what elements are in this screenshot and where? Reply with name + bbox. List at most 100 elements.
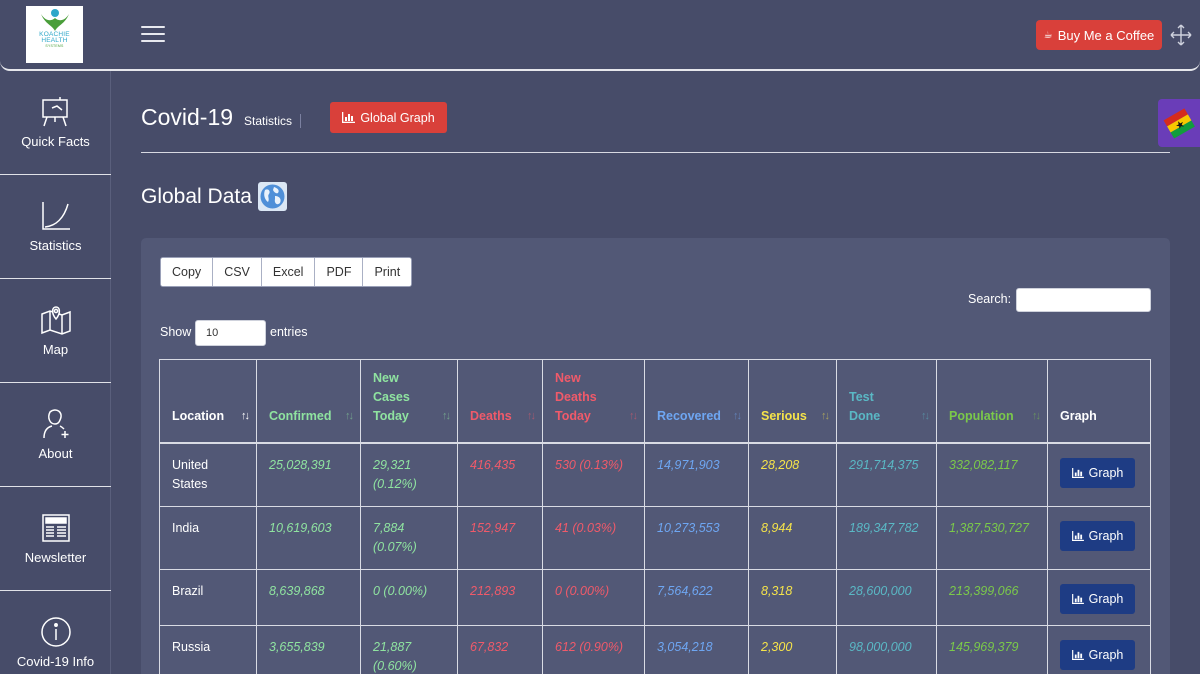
sidebar-item-label: Covid-19 Info — [16, 654, 95, 669]
cell-confirmed: 25,028,391 — [257, 444, 361, 507]
sidebar-item-quick-facts[interactable]: Quick Facts — [0, 71, 111, 175]
column-header-serious[interactable]: Serious ↑↓ — [749, 360, 837, 444]
cell-population: 332,082,117 — [937, 444, 1048, 507]
header-label: Deaths — [470, 409, 512, 423]
copy-button[interactable]: Copy — [161, 258, 214, 286]
header-label: New Cases Today — [373, 371, 410, 423]
page-subtitle: Statistics — [244, 114, 302, 128]
cell-population: 213,399,066 — [937, 570, 1048, 626]
buy-me-a-coffee-button[interactable]: ☕︎ Buy Me a Coffee — [1036, 20, 1162, 50]
csv-button[interactable]: CSV — [213, 258, 262, 286]
cell-recovered: 14,971,903 — [645, 444, 749, 507]
entries-label: entries — [270, 325, 308, 339]
cell-population: 145,969,379 — [937, 626, 1048, 674]
sidebar: Quick Facts Statistics Map About Newslet… — [0, 71, 111, 674]
row-graph-button[interactable]: Graph — [1060, 584, 1135, 614]
bar-chart-icon — [1071, 594, 1084, 604]
sidebar-item-map[interactable]: Map — [0, 279, 111, 383]
cell-confirmed: 8,639,868 — [257, 570, 361, 626]
fullscreen-icon[interactable] — [1170, 24, 1192, 46]
column-header-population[interactable]: Population ↑↓ — [937, 360, 1048, 444]
cell-graph: Graph — [1048, 507, 1150, 570]
sidebar-item-label: Map — [42, 342, 69, 357]
cell-location: India — [160, 507, 257, 570]
cell-location: Brazil — [160, 570, 257, 626]
table-row: India 10,619,603 7,884 (0.07%) 152,947 4… — [160, 507, 1150, 570]
cell-tests: 189,347,782 — [837, 507, 937, 570]
search-input[interactable] — [1016, 288, 1151, 312]
menu-toggle-icon[interactable] — [141, 26, 165, 44]
table-row: Russia 3,655,839 21,887 (0.60%) 67,832 6… — [160, 626, 1150, 674]
excel-button[interactable]: Excel — [261, 258, 316, 286]
cell-deaths: 152,947 — [458, 507, 543, 570]
row-graph-button[interactable]: Graph — [1060, 640, 1135, 670]
cell-tests: 98,000,000 — [837, 626, 937, 674]
sidebar-item-label: About — [38, 446, 73, 461]
section-title: Global Data — [141, 182, 287, 211]
bar-chart-icon — [1071, 468, 1084, 478]
sidebar-item-label: Quick Facts — [21, 134, 90, 149]
header-label: Confirmed — [269, 409, 332, 423]
sidebar-item-label: Newsletter — [24, 550, 87, 565]
presentation-board-icon — [41, 97, 68, 127]
ghana-flag-icon[interactable] — [1158, 99, 1200, 147]
row-graph-button[interactable]: Graph — [1060, 458, 1135, 488]
cell-tests: 291,714,375 — [837, 444, 937, 507]
global-data-table: Location ↑↓ Confirmed ↑↓ New Cases Today ↑↓… — [160, 360, 1150, 674]
cell-graph: Graph — [1048, 444, 1150, 507]
koachie-logo[interactable]: KOACHIE HEALTH SYSTEMS — [26, 6, 83, 63]
column-header-confirmed[interactable]: Confirmed ↑↓ — [257, 360, 361, 444]
graph-button-label: Graph — [1088, 591, 1124, 606]
cell-location: United States — [160, 444, 257, 507]
data-table-wrapper: Location ↑↓ Confirmed ↑↓ New Cases Today ↑↓… — [159, 359, 1151, 674]
cell-recovered: 7,564,622 — [645, 570, 749, 626]
cell-new-deaths: 0 (0.00%) — [543, 570, 645, 626]
cell-new-deaths: 612 (0.90%) — [543, 626, 645, 674]
header-label: Graph — [1060, 409, 1097, 423]
cell-new-deaths: 530 (0.13%) — [543, 444, 645, 507]
column-header-location[interactable]: Location ↑↓ — [160, 360, 257, 444]
header-label: Location — [172, 409, 225, 423]
bar-chart-icon — [342, 112, 356, 123]
entries-per-page-input[interactable]: 10 — [195, 320, 266, 346]
sidebar-item-covid-info[interactable]: Covid-19 Info — [0, 591, 111, 674]
cell-new-cases: 0 (0.00%) — [361, 570, 458, 626]
sidebar-item-statistics[interactable]: Statistics — [0, 175, 111, 279]
bar-chart-icon — [1071, 531, 1084, 541]
row-graph-button[interactable]: Graph — [1060, 521, 1135, 551]
print-button[interactable]: Print — [363, 258, 412, 286]
column-header-recovered[interactable]: Recovered ↑↓ — [645, 360, 749, 444]
cell-new-cases: 29,321 (0.12%) — [361, 444, 458, 507]
graph-button-label: Graph — [1088, 465, 1124, 480]
column-header-graph: Graph — [1048, 360, 1150, 444]
column-header-tests[interactable]: Test Done ↑↓ — [837, 360, 937, 444]
column-header-new-cases[interactable]: New Cases Today ↑↓ — [361, 360, 458, 444]
cell-new-deaths: 41 (0.03%) — [543, 507, 645, 570]
global-graph-button[interactable]: Global Graph — [330, 102, 447, 133]
header-divider — [141, 152, 1170, 153]
info-circle-icon — [40, 617, 71, 647]
sidebar-item-about[interactable]: About — [0, 383, 111, 487]
section-title-text: Global Data — [141, 184, 252, 208]
column-header-new-deaths[interactable]: New Deaths Today ↑↓ — [543, 360, 645, 444]
cell-serious: 28,208 — [749, 444, 837, 507]
cell-graph: Graph — [1048, 570, 1150, 626]
global-graph-label: Global Graph — [360, 110, 435, 125]
column-header-deaths[interactable]: Deaths ↑↓ — [458, 360, 543, 444]
sort-icon: ↑↓ — [821, 410, 830, 422]
sort-icon: ↑↓ — [345, 410, 354, 422]
header-label: Population — [949, 409, 1014, 423]
graph-button-label: Graph — [1088, 647, 1124, 662]
cell-tests: 28,600,000 — [837, 570, 937, 626]
cell-location: Russia — [160, 626, 257, 674]
sidebar-item-newsletter[interactable]: Newsletter — [0, 487, 111, 591]
search-label: Search: — [968, 292, 1012, 306]
sort-icon: ↑↓ — [241, 410, 250, 422]
table-row: United States 25,028,391 29,321 (0.12%) … — [160, 444, 1150, 507]
header-label: Test Done — [849, 390, 881, 423]
pdf-button[interactable]: PDF — [315, 258, 364, 286]
logo-figure-icon — [40, 9, 69, 31]
graph-button-label: Graph — [1088, 528, 1124, 543]
bar-chart-icon — [1071, 650, 1084, 660]
table-header-row: Location ↑↓ Confirmed ↑↓ New Cases Today ↑↓… — [160, 360, 1150, 444]
